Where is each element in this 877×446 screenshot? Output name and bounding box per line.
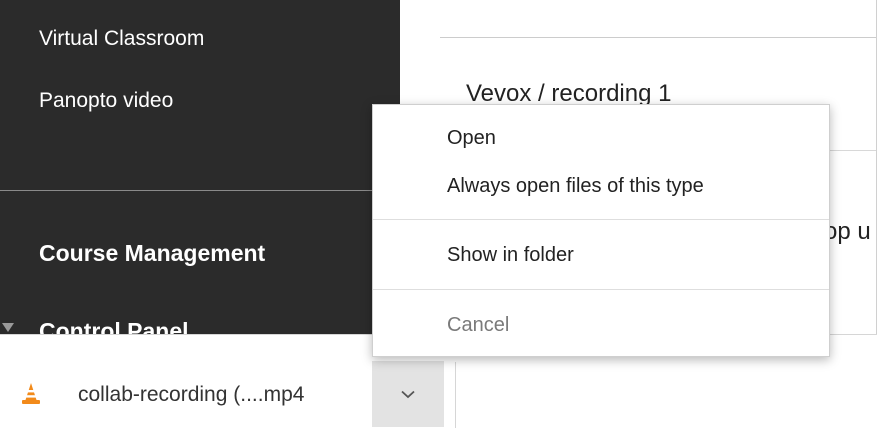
download-options-button[interactable] bbox=[372, 361, 444, 427]
course-menu-sidebar: Virtual Classroom Panopto video Course M… bbox=[0, 0, 400, 334]
menu-separator bbox=[373, 219, 829, 220]
menu-item-always-open[interactable]: Always open files of this type bbox=[373, 175, 829, 198]
menu-item-show-in-folder[interactable]: Show in folder bbox=[373, 244, 829, 267]
download-item-separator bbox=[455, 362, 456, 428]
sidebar-item-virtual-classroom[interactable]: Virtual Classroom bbox=[39, 27, 204, 51]
sidebar-item-panopto-video[interactable]: Panopto video bbox=[39, 89, 173, 113]
course-management-heading: Course Management bbox=[39, 240, 266, 266]
collapse-triangle-icon[interactable] bbox=[2, 323, 14, 332]
partial-content-text: op u bbox=[824, 218, 871, 245]
content-top-divider bbox=[440, 37, 877, 38]
menu-item-cancel[interactable]: Cancel bbox=[373, 314, 829, 337]
menu-separator bbox=[373, 289, 829, 290]
download-file-name[interactable]: collab-recording (....mp4 bbox=[78, 383, 304, 407]
vlc-icon bbox=[21, 383, 41, 405]
download-context-menu: Open Always open files of this type Show… bbox=[372, 104, 830, 357]
control-panel-heading[interactable]: Control Panel bbox=[39, 318, 189, 334]
chevron-down-icon bbox=[401, 390, 415, 399]
menu-item-open[interactable]: Open bbox=[373, 127, 829, 150]
sidebar-divider bbox=[0, 190, 400, 191]
